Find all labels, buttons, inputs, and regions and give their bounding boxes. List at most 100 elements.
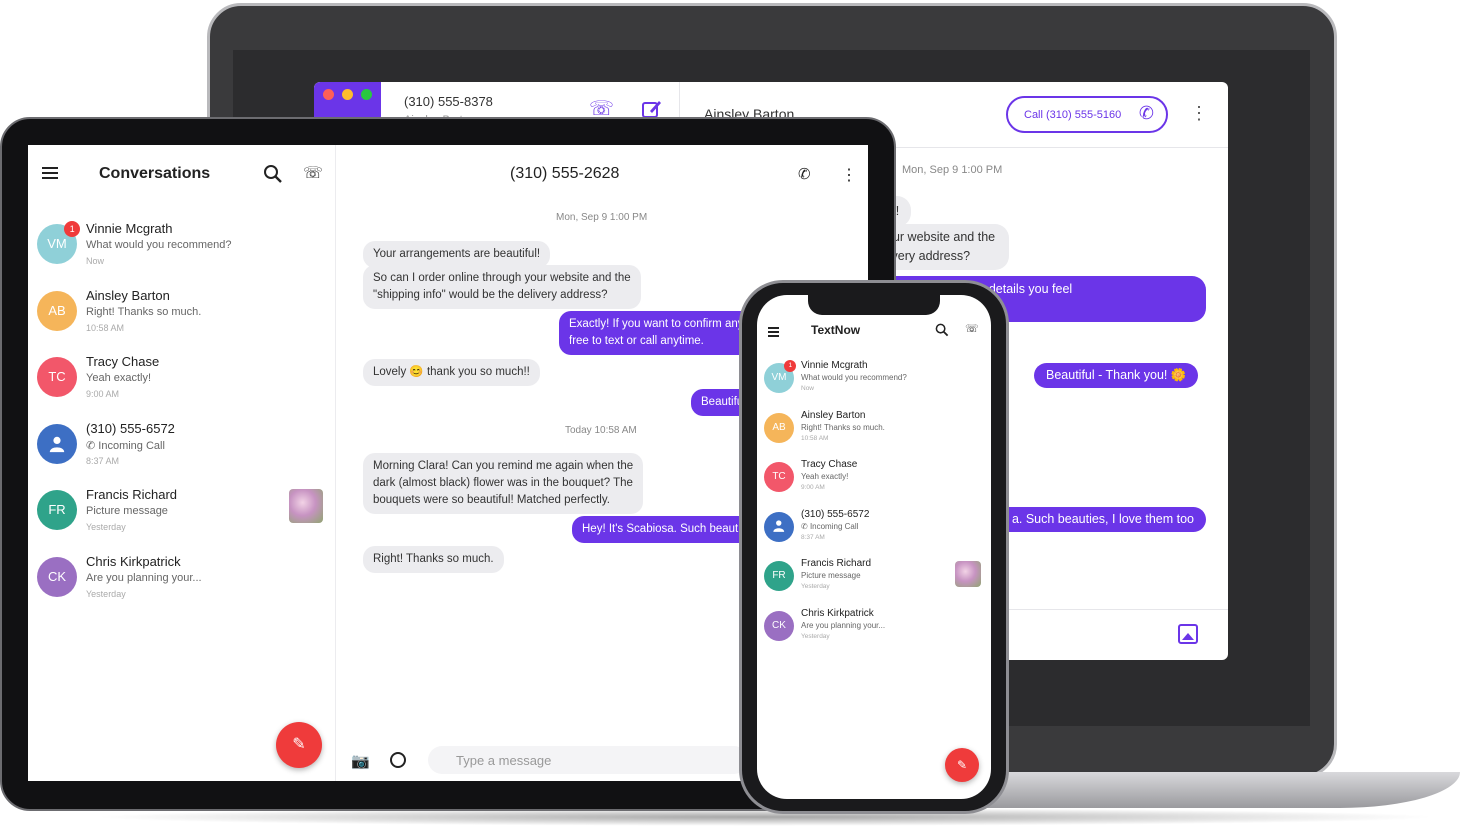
more-options-icon[interactable]: ⋮ xyxy=(841,165,857,185)
avatar: CK xyxy=(764,611,794,641)
conversation-preview-text: Are you planning your... xyxy=(801,621,886,630)
conversation-preview: ✆ Incoming Call xyxy=(86,439,165,452)
more-options-icon[interactable]: ⋮ xyxy=(1190,104,1208,122)
conversation-preview: Yeah exactly! xyxy=(801,472,848,481)
message-in: So can I order online through your websi… xyxy=(363,265,641,309)
minimize-window-button[interactable] xyxy=(342,89,353,100)
message-out: Exactly! If you want to confirm any free… xyxy=(559,311,759,355)
conversation-time: 8:37 AM xyxy=(86,455,120,466)
conversation-preview: Yeah exactly! xyxy=(86,372,151,384)
conversation-item[interactable]: TC Tracy Chase Yeah exactly! 9:00 AM xyxy=(757,454,991,504)
avatar: AB xyxy=(37,290,77,331)
conversation-name: Francis Richard xyxy=(86,487,178,502)
conversation-name: (310) 555-6572 xyxy=(86,420,175,436)
search-icon[interactable] xyxy=(263,164,283,184)
conversation-name: Ainsley Barton xyxy=(801,409,866,421)
image-attach-icon[interactable] xyxy=(1178,624,1198,644)
conversation-preview-text: Are you planning your... xyxy=(86,571,202,584)
conversation-name: Chris Kirkpatrick xyxy=(86,553,181,569)
dialpad-icon[interactable]: ☏ xyxy=(303,163,323,183)
conversation-time: Yesterday xyxy=(801,583,830,591)
picture-thumbnail[interactable] xyxy=(289,489,323,523)
conversation-name: Francis Richard xyxy=(801,558,872,570)
menu-icon[interactable] xyxy=(42,167,58,182)
conversation-preview: What would you recommend? xyxy=(86,239,232,251)
call-button[interactable]: Call (310) 555-5160 ✆ xyxy=(1006,96,1168,133)
conversation-time: 10:58 AM xyxy=(801,434,829,442)
avatar: CK xyxy=(37,556,77,597)
dialpad-icon[interactable]: ☏ xyxy=(965,322,979,335)
conversation-item[interactable]: VM 1 Vinnie Mcgrath What would you recommen… xyxy=(28,211,336,278)
conversation-name: (310) 555-6572 xyxy=(801,508,870,520)
avatar: FR xyxy=(37,490,77,530)
message-in: Morning Clara! Can you remind me again w… xyxy=(363,453,644,514)
conversation-item[interactable]: CK Chris Kirkpatrick Are you planning your… xyxy=(757,603,991,653)
conversation-name: Vinnie Mcgrath xyxy=(86,221,173,236)
compose-fab-button[interactable]: ✎ xyxy=(945,748,979,782)
conversation-preview-text: Right! Thanks so much. xyxy=(801,422,885,432)
sticker-icon[interactable] xyxy=(390,752,406,768)
conversation-preview: What would you recommend? xyxy=(801,373,907,382)
avatar: AB xyxy=(764,412,794,443)
conversation-item[interactable]: (310) 555-6572 ✆ Incoming Call 8:37 AM xyxy=(757,504,991,554)
conversation-item[interactable]: TC Tracy Chase Yeah exactly! 9:00 AM xyxy=(28,344,336,411)
conversation-time: Yesterday xyxy=(86,588,126,599)
page-title: Conversations xyxy=(99,165,211,182)
picture-thumbnail[interactable] xyxy=(955,561,981,588)
message-in: Right! Thanks so much. xyxy=(363,546,504,573)
device-showcase: (310) 555-8378 Ainsley Barton ☏ Ainsley … xyxy=(0,0,1463,839)
chat-title: (310) 555-2628 xyxy=(510,165,620,182)
conversation-preview-text: Right! Thanks so much. xyxy=(86,305,202,318)
conversation-preview-text: Picture message xyxy=(801,571,861,581)
desktop-message-out: Beautiful - Thank you! 🌼 xyxy=(1034,363,1199,388)
conversation-name: Vinnie Mcgrath xyxy=(801,360,868,371)
camera-icon[interactable]: 📷 xyxy=(351,752,370,770)
conversation-preview: ✆ Incoming Call xyxy=(801,522,858,531)
chat-timestamp: Mon, Sep 9 1:00 PM xyxy=(556,212,648,223)
menu-icon[interactable] xyxy=(768,327,779,339)
conversation-item[interactable]: VM 1 Vinnie Mcgrath What would you recommen… xyxy=(757,355,991,405)
conversation-name: Ainsley Barton xyxy=(86,287,170,303)
conversation-time: 9:00 AM xyxy=(86,389,120,399)
conversation-preview: Picture message xyxy=(801,571,861,580)
conversation-preview: Right! Thanks so much. xyxy=(86,306,201,318)
conversation-item[interactable]: FR Francis Richard Picture message Yesterda… xyxy=(757,553,991,603)
window-controls xyxy=(314,82,381,122)
conversation-item[interactable]: (310) 555-6572 ✆ Incoming Call 8:37 AM xyxy=(28,411,336,478)
call-button-label: Call (310) 555-5160 xyxy=(1024,109,1122,121)
conversation-preview-text: Yeah exactly! xyxy=(801,472,849,482)
conversation-item[interactable]: CK Chris Kirkpatrick Are you planning your… xyxy=(28,544,336,611)
conversation-time: 9:00 AM xyxy=(801,484,825,492)
close-window-button[interactable] xyxy=(323,89,334,100)
maximize-window-button[interactable] xyxy=(361,89,372,100)
conversation-item[interactable]: FR Francis Richard Picture message Yesterda… xyxy=(28,477,336,544)
phone-screen: TextNow ☏ VM 1 Vinnie Mcgrath What would yo… xyxy=(757,295,991,799)
conversation-time: Yesterday xyxy=(86,522,126,532)
app-title: TextNow xyxy=(811,323,861,337)
message-input[interactable]: Type a message xyxy=(428,746,748,774)
desktop-timestamp: Mon, Sep 9 1:00 PM xyxy=(902,164,1003,176)
desktop-own-number: (310) 555-8378 xyxy=(404,94,493,109)
search-icon[interactable] xyxy=(935,323,949,337)
conversation-name: Tracy Chase xyxy=(86,354,160,369)
avatar: TC xyxy=(37,357,77,397)
conversation-item[interactable]: AB Ainsley Barton Right! Thanks so much. 10… xyxy=(28,278,336,345)
conversation-item[interactable]: AB Ainsley Barton Right! Thanks so much. 10… xyxy=(757,405,991,455)
unread-badge: 1 xyxy=(784,360,797,372)
compose-fab-button[interactable]: ✎ xyxy=(276,722,322,768)
avatar: FR xyxy=(764,561,794,592)
incoming-call-icon: ✆ xyxy=(801,521,810,531)
contact-icon xyxy=(764,511,794,542)
conversation-preview-text: Incoming Call xyxy=(809,521,859,531)
unread-badge: 1 xyxy=(64,221,81,237)
conversation-time: 10:58 AM xyxy=(86,322,125,333)
contact-icon xyxy=(37,423,77,464)
conversation-preview: Picture message xyxy=(86,505,168,517)
conversation-time: Now xyxy=(86,256,105,266)
chat-timestamp: Today 10:58 AM xyxy=(565,425,637,436)
conversation-time: 8:37 AM xyxy=(801,533,825,541)
incoming-call-icon: ✆ xyxy=(86,439,99,452)
conversation-preview-text: Picture message xyxy=(86,505,168,517)
phone-icon[interactable]: ✆ xyxy=(798,165,811,183)
conversation-preview-text: Yeah exactly! xyxy=(86,372,152,384)
